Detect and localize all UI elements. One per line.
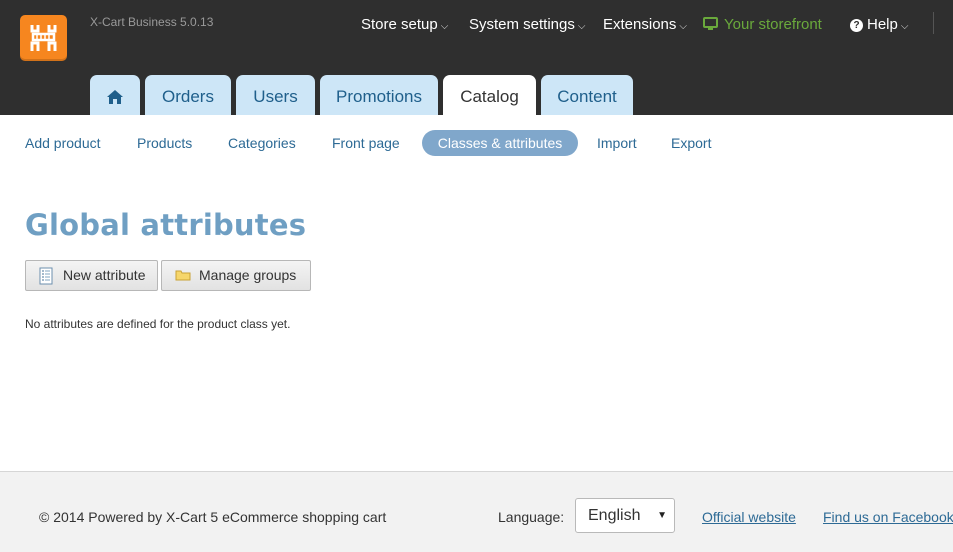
tab-promotions[interactable]: Promotions [320,75,438,115]
language-label: Language: [498,509,565,525]
folder-icon [175,270,191,281]
language-select[interactable]: English ▼ [575,498,675,533]
new-attribute-button[interactable]: New attribute [25,260,158,291]
subnav-export[interactable]: Export [671,135,711,151]
xcart-logo[interactable] [20,15,67,61]
menu-store-setup-label: Store setup [361,16,438,33]
manage-groups-button[interactable]: Manage groups [161,260,311,291]
facebook-link[interactable]: Find us on Facebook [823,509,953,525]
monitor-icon [703,17,718,30]
help-icon: ? [850,19,863,32]
menu-help-label: Help [867,16,898,33]
menu-system-settings[interactable]: System settings ⌵ [469,16,585,33]
page-title: Global attributes [25,208,307,242]
new-attribute-label: New attribute [63,267,146,283]
menu-store-setup[interactable]: Store setup ⌵ [361,16,448,33]
subnav-products[interactable]: Products [137,135,192,151]
subnav-front-page[interactable]: Front page [332,135,400,151]
language-select-value: English [588,507,641,524]
chevron-down-icon: ⌵ [577,21,586,32]
chevron-down-icon: ⌵ [679,21,687,32]
dropdown-arrow-icon: ▼ [657,510,667,521]
list-document-icon [39,267,53,285]
tab-catalog[interactable]: Catalog [443,75,536,115]
empty-state-message: No attributes are defined for the produc… [25,317,291,331]
home-icon [107,90,123,104]
official-website-link[interactable]: Official website [702,509,796,525]
footer-copyright: © 2014 Powered by X-Cart 5 eCommerce sho… [39,509,387,525]
menu-extensions[interactable]: Extensions ⌵ [603,16,687,33]
subnav-categories[interactable]: Categories [228,135,296,151]
menu-system-settings-label: System settings [469,16,575,33]
menu-help[interactable]: ? Help ⌵ [850,16,908,33]
menu-extensions-label: Extensions [603,16,677,33]
tab-orders[interactable]: Orders [145,75,231,115]
chevron-down-icon: ⌵ [440,21,449,32]
app-version: X-Cart Business 5.0.13 [90,15,214,29]
manage-groups-label: Manage groups [199,267,297,283]
tab-content[interactable]: Content [541,75,633,115]
subnav-classes-attributes[interactable]: Classes & attributes [422,130,578,156]
chevron-down-icon: ⌵ [900,21,909,32]
tab-home[interactable] [90,75,140,115]
header-divider [933,12,934,34]
tab-users[interactable]: Users [236,75,315,115]
xcart-logo-icon [30,25,57,51]
subnav-add-product[interactable]: Add product [25,135,101,151]
storefront-label: Your storefront [724,16,822,33]
top-header: X-Cart Business 5.0.13 Store setup ⌵ Syst… [0,0,953,115]
storefront-link[interactable]: Your storefront [703,16,822,33]
subnav-import[interactable]: Import [597,135,637,151]
